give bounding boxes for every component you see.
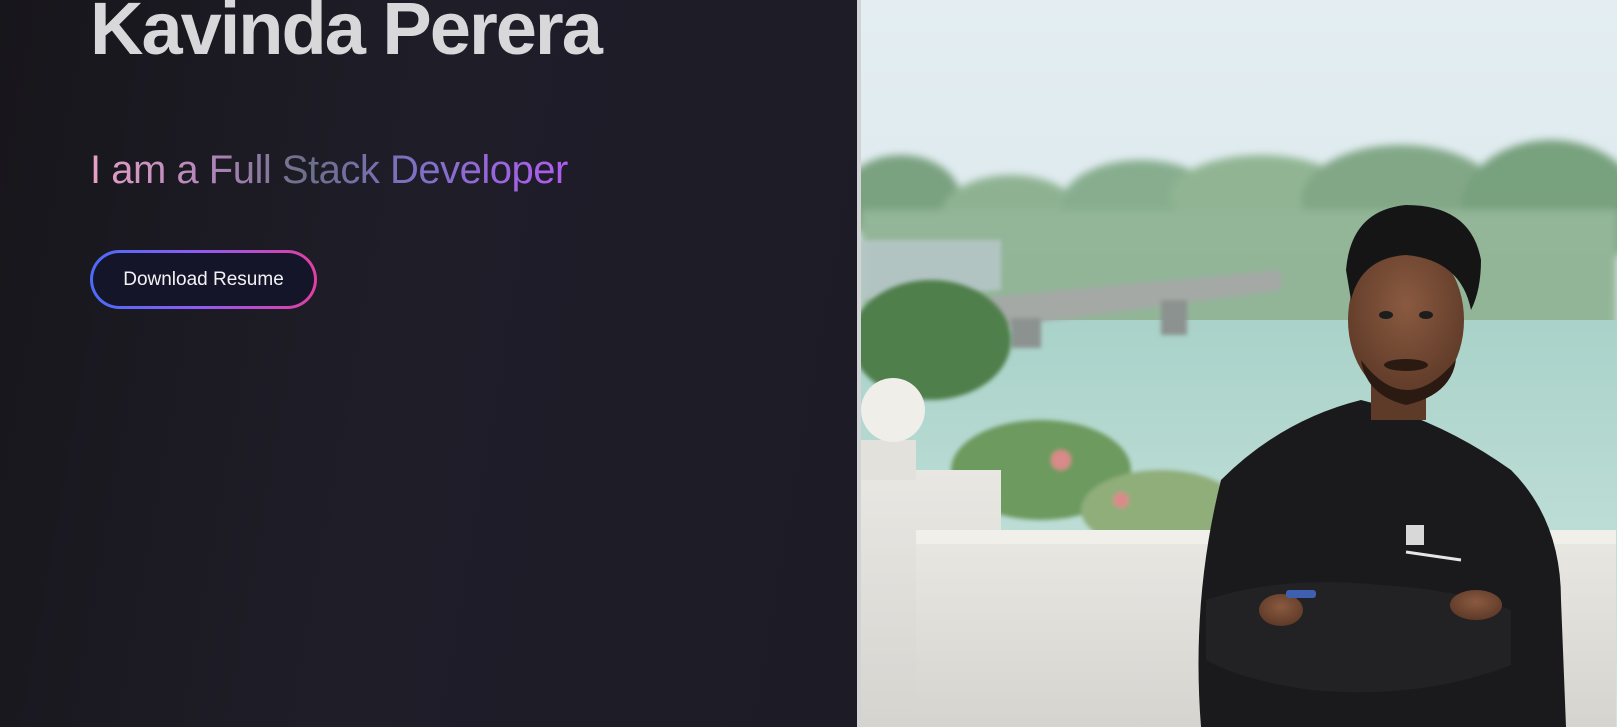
hero-section: Kavinda Perera I am a Full Stack Develop… [0, 0, 1617, 727]
portrait-photo-icon [861, 0, 1617, 727]
hero-name: Kavinda Perera [90, 0, 603, 70]
hero-tagline: I am a Full Stack Developer [90, 148, 568, 192]
download-resume-button[interactable]: Download Resume [90, 250, 317, 309]
download-resume-label: Download Resume [93, 253, 314, 306]
profile-photo [861, 0, 1617, 727]
hero-left-panel: Kavinda Perera I am a Full Stack Develop… [0, 0, 857, 727]
